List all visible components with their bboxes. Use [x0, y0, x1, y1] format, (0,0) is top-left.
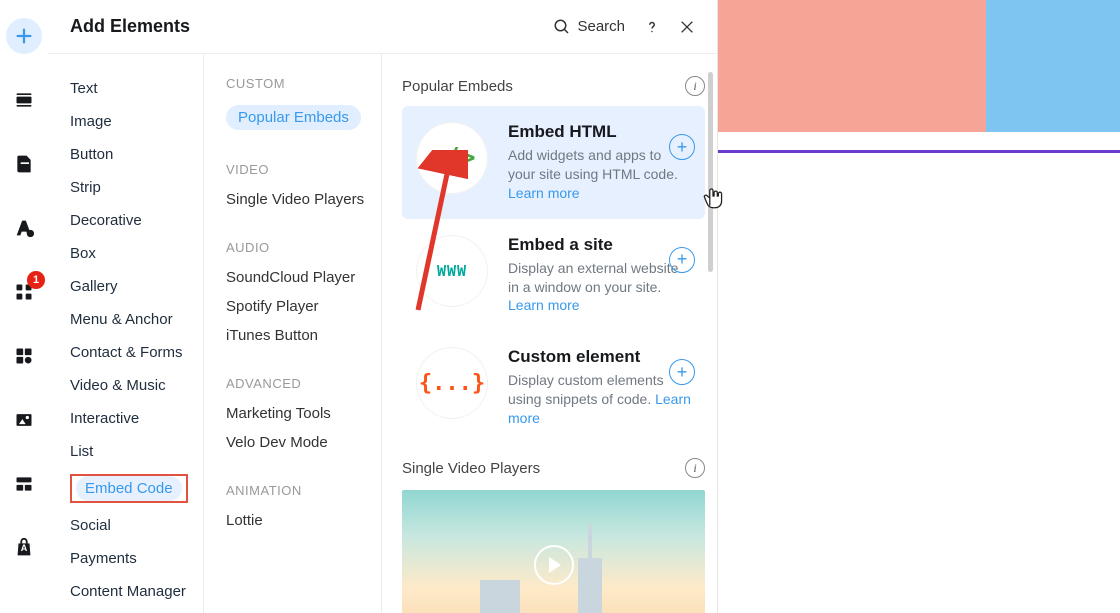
subgroup-heading: AUDIO: [226, 240, 381, 255]
category-item[interactable]: Gallery: [70, 270, 203, 303]
subgroup-item[interactable]: SoundCloud Player: [226, 263, 381, 292]
embed-card[interactable]: WWW Embed a site Display an external websi…: [402, 219, 705, 332]
add-elements-panel: Add Elements Search TextImageButtonStrip…: [48, 0, 718, 613]
search-label: Search: [577, 18, 625, 35]
subgroup-heading: VIDEO: [226, 162, 381, 177]
subgroup-item-selected[interactable]: Popular Embeds: [226, 99, 381, 136]
selection-line: [718, 150, 1120, 153]
shop-letter: A: [21, 543, 28, 553]
add-elements-button[interactable]: [6, 18, 42, 54]
embed-desc: Display an external website in a window …: [508, 259, 691, 316]
section-icon[interactable]: [6, 82, 42, 118]
main-area: Add Elements Search TextImageButtonStrip…: [48, 0, 1120, 613]
layout-icon[interactable]: [6, 466, 42, 502]
scrollbar[interactable]: [708, 72, 713, 272]
embed-desc: Add widgets and apps to your site using …: [508, 146, 691, 203]
category-item[interactable]: Text: [70, 72, 203, 105]
info-icon[interactable]: i: [685, 458, 705, 478]
embed-card[interactable]: {...} Custom element Display custom elemen…: [402, 331, 705, 444]
learn-more-link[interactable]: Learn more: [508, 185, 580, 201]
panel-actions: Search: [553, 18, 695, 36]
category-item[interactable]: Social: [70, 509, 203, 542]
section-header-video: Single Video Players i: [402, 458, 705, 613]
panel-body: TextImageButtonStripDecorativeBoxGallery…: [48, 54, 717, 613]
add-embed-button[interactable]: +: [669, 359, 695, 385]
subgroup-item[interactable]: Marketing Tools: [226, 399, 381, 428]
learn-more-link[interactable]: Learn more: [508, 391, 691, 426]
category-item[interactable]: Blog: [70, 608, 203, 613]
category-item[interactable]: Box: [70, 237, 203, 270]
canvas-area[interactable]: [718, 0, 1120, 613]
add-embed-button[interactable]: +: [669, 134, 695, 160]
subgroup-heading: ADVANCED: [226, 376, 381, 391]
play-icon: [534, 545, 574, 585]
embed-title: Custom element: [508, 347, 691, 367]
subgroup-item[interactable]: Spotify Player: [226, 292, 381, 321]
panel-title: Add Elements: [70, 16, 190, 37]
category-list: TextImageButtonStripDecorativeBoxGallery…: [48, 54, 204, 613]
embed-column: Popular Embeds i </> Embed HTML Add widget…: [382, 54, 717, 613]
video-thumbnail[interactable]: [402, 490, 705, 613]
puzzle-icon[interactable]: [6, 338, 42, 374]
section-title: Popular Embeds: [402, 78, 513, 95]
media-icon[interactable]: [6, 402, 42, 438]
category-item[interactable]: Interactive: [70, 402, 203, 435]
embed-desc: Display custom elements using snippets o…: [508, 371, 691, 428]
notification-badge: 1: [27, 271, 45, 289]
learn-more-link[interactable]: Learn more: [508, 297, 580, 313]
www-icon: WWW: [416, 235, 488, 307]
category-item[interactable]: Video & Music: [70, 369, 203, 402]
category-item[interactable]: Image: [70, 105, 203, 138]
section-title: Single Video Players: [402, 460, 540, 477]
category-item[interactable]: Menu & Anchor: [70, 303, 203, 336]
subgroup-item[interactable]: iTunes Button: [226, 321, 381, 350]
category-item[interactable]: List: [70, 435, 203, 468]
embed-list: </> Embed HTML Add widgets and apps to you…: [402, 106, 705, 444]
category-item[interactable]: Payments: [70, 542, 203, 575]
help-icon: [643, 18, 661, 36]
category-item[interactable]: Button: [70, 138, 203, 171]
embed-title: Embed HTML: [508, 122, 691, 142]
subgroup-item[interactable]: Velo Dev Mode: [226, 428, 381, 457]
canvas-hero: [718, 0, 1120, 132]
embed-title: Embed a site: [508, 235, 691, 255]
panel-header: Add Elements Search: [48, 0, 717, 54]
subgroup-heading: ANIMATION: [226, 483, 381, 498]
curly-icon: {...}: [416, 347, 488, 419]
category-item[interactable]: Content Manager: [70, 575, 203, 608]
close-icon: [679, 19, 695, 35]
section-header-popular: Popular Embeds i: [402, 76, 705, 96]
subgroup-item[interactable]: Lottie: [226, 506, 381, 535]
page-icon[interactable]: [6, 146, 42, 182]
info-icon[interactable]: i: [685, 76, 705, 96]
embed-card[interactable]: </> Embed HTML Add widgets and apps to you…: [402, 106, 705, 219]
close-button[interactable]: [679, 19, 695, 35]
category-item[interactable]: Strip: [70, 171, 203, 204]
subgroup-heading: CUSTOM: [226, 76, 381, 91]
category-item[interactable]: Decorative: [70, 204, 203, 237]
add-embed-button[interactable]: +: [669, 247, 695, 273]
category-item-selected[interactable]: Embed Code: [70, 474, 188, 503]
shop-icon[interactable]: A: [6, 530, 42, 566]
subgroup-item[interactable]: Single Video Players: [226, 185, 381, 214]
plus-icon: [6, 18, 42, 54]
search-button[interactable]: Search: [553, 18, 625, 36]
category-item[interactable]: Contact & Forms: [70, 336, 203, 369]
search-icon: [553, 18, 571, 36]
subgroup-list: CUSTOM Popular Embeds VIDEO Single Video Pl…: [204, 54, 382, 613]
codebr-icon: </>: [416, 122, 488, 194]
app-market-icon[interactable]: 1: [6, 274, 42, 310]
style-icon[interactable]: [6, 210, 42, 246]
vertical-toolbar: 1 A: [0, 0, 48, 613]
help-button[interactable]: [643, 18, 661, 36]
